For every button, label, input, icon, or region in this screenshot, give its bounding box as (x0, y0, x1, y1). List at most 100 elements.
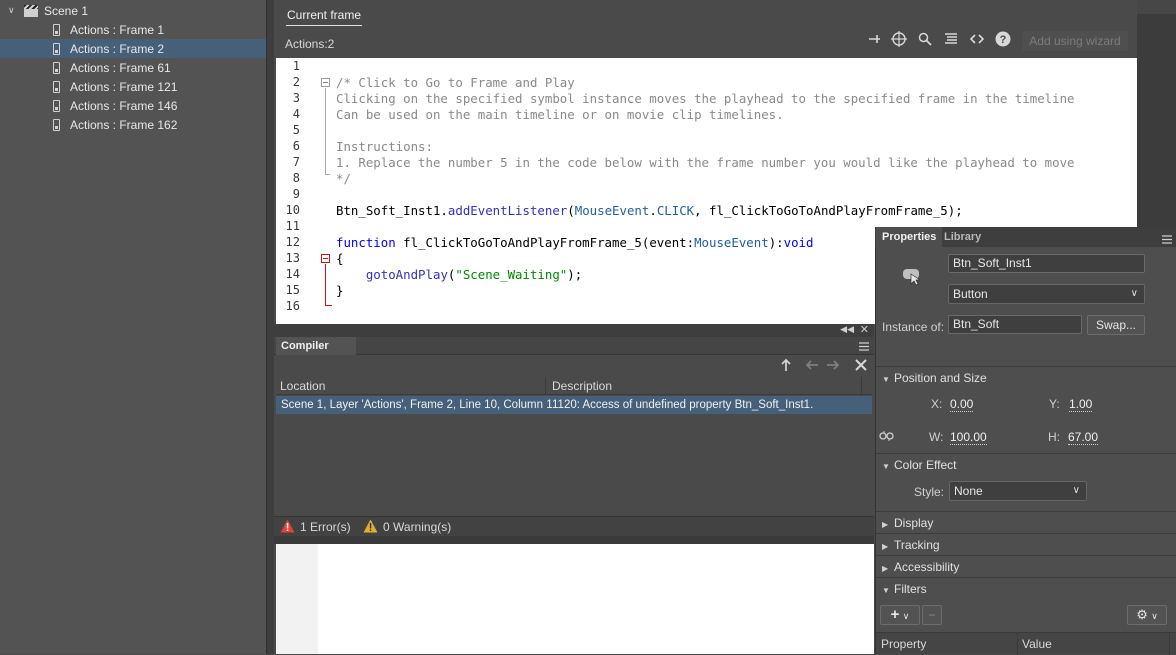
close-panel-icon[interactable]: ✕ (860, 323, 869, 336)
tree-item-frame-1[interactable]: Actions : Frame 1 (0, 20, 266, 39)
error-description: 1120: Access of undefined property Btn_S… (552, 399, 814, 411)
tree-item-frame-146[interactable]: Actions : Frame 146 (0, 96, 266, 115)
format-icon[interactable] (941, 31, 961, 51)
line-number: 5 (292, 123, 300, 137)
collapse-panel-icon[interactable]: ◀◀ (840, 324, 854, 335)
errors-list-empty-area (274, 414, 874, 516)
fold-guide (325, 88, 326, 174)
pin-icon[interactable] (864, 31, 884, 51)
tree-item-frame-2[interactable]: Actions : Frame 2 (0, 39, 266, 58)
tab-current-frame[interactable]: Current frame (286, 6, 363, 26)
scene-icon (24, 4, 38, 17)
instance-name-input[interactable]: Btn_Soft_Inst1 (948, 254, 1145, 273)
chevron-down-icon: ∨ (1130, 288, 1138, 299)
w-value[interactable]: 100.00 (950, 430, 987, 445)
symbol-type-select[interactable]: Button ∨ (948, 284, 1145, 304)
target-icon[interactable] (889, 31, 909, 51)
code-line: { (336, 251, 344, 266)
column-location[interactable]: Location (280, 379, 325, 393)
panel-menu-icon[interactable] (859, 340, 869, 354)
column-divider[interactable] (1169, 633, 1170, 655)
error-icon (280, 519, 295, 536)
tree-item-label: Actions : Frame 2 (70, 41, 165, 56)
gear-icon: ⚙ (1136, 607, 1148, 622)
section-filters[interactable]: ▼ Filters (876, 577, 1176, 599)
tree-item-label: Actions : Frame 61 (70, 60, 171, 75)
add-using-wizard-button[interactable]: Add using wizard (1022, 31, 1128, 51)
swap-button[interactable]: Swap... (1087, 315, 1145, 335)
code-line: Instructions: (336, 139, 433, 154)
remove-filter-button[interactable]: − (922, 605, 942, 625)
search-icon[interactable] (915, 31, 935, 51)
w-label: W: (929, 430, 944, 444)
clear-errors-icon[interactable] (854, 358, 868, 375)
line-number: 6 (292, 139, 300, 153)
section-display[interactable]: ▶ Display (876, 511, 1176, 533)
filters-table-header: Property Value (876, 632, 1176, 655)
plus-icon: + (890, 606, 900, 623)
expanded-triangle-icon: ▼ (882, 586, 890, 595)
y-label: Y: (1049, 397, 1060, 411)
x-value[interactable]: 0.00 (950, 397, 974, 412)
y-value[interactable]: 1.00 (1069, 397, 1093, 412)
line-number: 16 (285, 299, 300, 313)
link-constrain-icon[interactable] (879, 430, 894, 445)
tree-item-frame-61[interactable]: Actions : Frame 61 (0, 58, 266, 77)
previous-error-icon[interactable] (805, 358, 819, 375)
tree-item-label: Actions : Frame 121 (70, 79, 178, 94)
fold-guide (325, 264, 326, 306)
collapsed-panel-strip (1137, 0, 1176, 228)
h-value[interactable]: 67.00 (1068, 430, 1099, 445)
panel-dock-header[interactable] (1137, 0, 1176, 14)
add-filter-button[interactable]: + ∨ (880, 605, 920, 625)
line-number: 12 (285, 235, 300, 249)
horizontal-splitter[interactable] (274, 536, 874, 544)
tree-scene-row[interactable]: ∨ Scene 1 (0, 1, 266, 20)
compiler-errors-tabbar (274, 337, 874, 355)
fold-toggle-icon[interactable] (321, 78, 330, 87)
filter-options-button[interactable]: ⚙ ∨ (1127, 605, 1167, 625)
line-number-gutter (276, 544, 318, 654)
tab-properties[interactable]: Properties (876, 227, 943, 247)
tree-item-label: Actions : Frame 162 (70, 117, 178, 132)
code-snippets-icon[interactable] (967, 31, 987, 51)
secondary-code-area[interactable] (276, 544, 874, 654)
section-accessibility[interactable]: ▶ Accessibility (876, 555, 1176, 577)
help-icon[interactable]: ? (993, 31, 1013, 51)
actionscript-file-icon (53, 80, 60, 93)
line-number: 2 (292, 75, 300, 89)
tree-item-frame-162[interactable]: Actions : Frame 162 (0, 115, 266, 134)
section-tracking[interactable]: ▶ Tracking (876, 533, 1176, 555)
column-divider[interactable] (861, 377, 862, 395)
line-number: 3 (292, 91, 300, 105)
error-row[interactable]: Scene 1, Layer 'Actions', Frame 2, Line … (276, 396, 872, 414)
button-symbol-icon (902, 268, 922, 289)
code-line: gotoAndPlay("Scene_Waiting"); (365, 267, 583, 282)
expanded-triangle-icon: ▼ (882, 462, 890, 471)
section-title: Display (894, 516, 934, 530)
column-divider[interactable] (1017, 633, 1018, 655)
fold-toggle-icon[interactable] (321, 254, 330, 263)
column-divider[interactable] (545, 377, 546, 395)
warning-icon (363, 519, 378, 536)
column-description[interactable]: Description (552, 379, 612, 393)
panel-menu-icon[interactable] (1162, 233, 1172, 247)
code-line: */ (336, 171, 351, 186)
tab-library[interactable]: Library (938, 227, 987, 247)
chevron-down-icon: ∨ (902, 611, 910, 621)
go-to-source-icon[interactable] (779, 358, 793, 375)
tab-compiler-errors[interactable]: Compiler Errors (276, 337, 356, 370)
section-position-size[interactable]: ▼ Position and Size (876, 366, 1176, 388)
collapse-chevron-icon[interactable]: ∨ (8, 5, 24, 16)
fold-guide (325, 174, 330, 175)
style-label: Style: (914, 485, 945, 499)
panel-splitter[interactable] (267, 0, 274, 654)
section-color-effect[interactable]: ▼ Color Effect (876, 453, 1176, 475)
tree-item-frame-121[interactable]: Actions : Frame 121 (0, 77, 266, 96)
error-location: Scene 1, Layer 'Actions', Frame 2, Line … (281, 399, 553, 411)
color-style-select[interactable]: None ∨ (949, 481, 1087, 501)
next-error-icon[interactable] (826, 358, 840, 375)
section-title: Filters (894, 582, 927, 596)
scene-label: Scene 1 (44, 3, 89, 18)
errors-table-header: Location Description (276, 377, 872, 395)
